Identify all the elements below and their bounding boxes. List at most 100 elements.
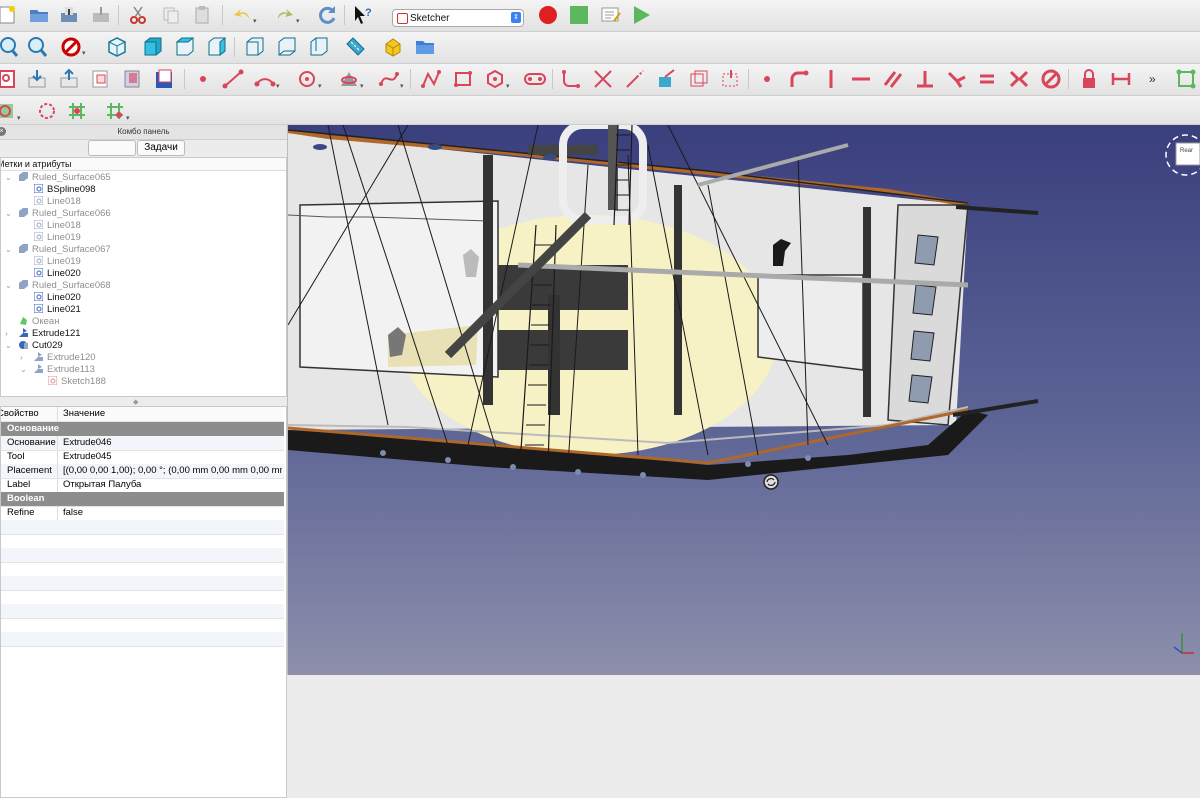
parallel-constraint-icon[interactable] [880, 67, 906, 91]
equal-constraint-icon[interactable] [974, 67, 1000, 91]
new-file-icon[interactable] [0, 3, 20, 27]
property-row[interactable]: Refine false [1, 506, 284, 521]
perpendicular-constraint-icon[interactable] [912, 67, 938, 91]
zoom-icon[interactable] [24, 35, 50, 59]
vertical-constraint-icon[interactable] [818, 67, 844, 91]
construction-mode-icon[interactable] [718, 67, 744, 91]
leave-sketch-icon[interactable] [24, 67, 50, 91]
new-sketch-icon[interactable] [0, 67, 20, 91]
paste-icon[interactable] [189, 3, 215, 27]
edit-macro-icon[interactable] [598, 3, 624, 27]
part-icon[interactable] [380, 35, 406, 59]
property-row[interactable]: Tool Extrude045 [1, 450, 284, 465]
fillet-icon[interactable] [558, 67, 584, 91]
left-view-icon[interactable] [306, 35, 332, 59]
chevron-right-icon[interactable]: › [20, 352, 23, 364]
bottom-view-icon[interactable] [274, 35, 300, 59]
tree-item[interactable]: Line018 [34, 220, 81, 232]
polyline-icon[interactable] [418, 67, 444, 91]
fit-all-icon[interactable] [0, 35, 21, 59]
front-view-icon[interactable] [140, 35, 166, 59]
tree-item[interactable]: ⌄ Ruled_Surface065 [5, 172, 111, 184]
bspline-icon[interactable]: ▾ [378, 67, 404, 91]
tab-model[interactable] [88, 140, 136, 156]
property-row[interactable]: Placement [(0,00 0,00 1,00); 0,00 °; (0,… [1, 464, 284, 479]
tree-item[interactable]: Океан [19, 316, 59, 328]
splitter-handle[interactable]: ◆ [133, 398, 138, 406]
3d-viewport[interactable]: Rear [288, 125, 1200, 675]
tree-item[interactable]: ⌄ Extrude113 [20, 364, 95, 376]
tree-item[interactable]: ⌄ Ruled_Surface067 [5, 244, 111, 256]
lock-constraint-icon[interactable] [1076, 67, 1102, 91]
view-section-icon[interactable] [88, 67, 114, 91]
refresh-icon[interactable] [314, 3, 340, 27]
show-hide-geometry-icon[interactable]: ▾ [0, 99, 21, 123]
save-as-icon[interactable] [88, 3, 114, 27]
close-icon[interactable]: × [0, 127, 6, 136]
tree-item[interactable]: Line018 [34, 196, 81, 208]
overflow-icon[interactable]: » [1142, 67, 1168, 91]
point-icon[interactable] [190, 67, 216, 91]
block-constraint-icon[interactable] [1038, 67, 1064, 91]
snap-icon[interactable]: ▾ [104, 99, 130, 123]
tab-tasks[interactable]: Задачи [137, 140, 185, 156]
extend-icon[interactable] [622, 67, 648, 91]
top-view-icon[interactable] [172, 35, 198, 59]
draw-style-icon[interactable]: ▾ [60, 35, 86, 59]
conic-icon[interactable]: ▾ [338, 67, 364, 91]
tree-item[interactable]: Line019 [34, 256, 81, 268]
property-row[interactable]: Основание Extrude046 [1, 436, 284, 451]
record-macro-icon[interactable] [535, 3, 561, 27]
grid-icon[interactable] [64, 99, 90, 123]
redo-icon[interactable]: ▾ [274, 3, 300, 27]
chevron-down-icon[interactable]: ⌄ [5, 208, 12, 220]
carbon-copy-icon[interactable] [686, 67, 712, 91]
chevron-down-icon[interactable]: ⌄ [20, 364, 27, 376]
navigation-cube[interactable]: Rear [1162, 131, 1200, 177]
chevron-down-icon[interactable]: ⌄ [5, 244, 12, 256]
measure-icon[interactable] [342, 35, 368, 59]
coincident-constraint-icon[interactable] [754, 67, 780, 91]
run-macro-icon[interactable] [628, 3, 654, 27]
chevron-right-icon[interactable]: › [5, 328, 8, 340]
copy-icon[interactable] [158, 3, 184, 27]
rectangle-icon[interactable] [450, 67, 476, 91]
chevron-down-icon[interactable]: ⌄ [5, 280, 12, 292]
select-associated-icon[interactable] [1173, 67, 1199, 91]
tree-item[interactable]: Line020 [34, 268, 81, 280]
circle-icon[interactable]: ▾ [296, 67, 322, 91]
property-value[interactable]: Extrude046 [63, 436, 282, 450]
tree-item[interactable]: ⌄ Ruled_Surface068 [5, 280, 111, 292]
tree-item[interactable]: Line019 [34, 232, 81, 244]
whats-this-icon[interactable]: ? [351, 3, 377, 27]
tree-item[interactable]: Line020 [34, 292, 81, 304]
undo-icon[interactable]: ▾ [231, 3, 257, 27]
property-value[interactable]: [(0,00 0,00 1,00); 0,00 °; (0,00 mm 0,00… [63, 464, 282, 478]
tree-item[interactable]: › Extrude121 [5, 328, 81, 340]
property-editor[interactable]: Свойство Значение Основание Основание Ex… [0, 406, 287, 798]
select-constraints-icon[interactable] [34, 99, 60, 123]
chevron-down-icon[interactable]: ⌄ [5, 340, 12, 352]
property-value[interactable]: false [63, 506, 282, 520]
external-geometry-icon[interactable] [654, 67, 680, 91]
cut-icon[interactable] [125, 3, 151, 27]
save-icon[interactable] [56, 3, 82, 27]
point-on-object-icon[interactable] [786, 67, 812, 91]
property-group[interactable]: Boolean [1, 492, 284, 507]
workbench-selector[interactable]: Sketcher ⇕ [392, 9, 524, 27]
open-file-icon[interactable] [26, 3, 52, 27]
group-folder-icon[interactable] [412, 35, 438, 59]
tree-item[interactable]: ⌄ Ruled_Surface066 [5, 208, 111, 220]
tree-item[interactable]: BSpline098 [34, 184, 96, 196]
tree-item[interactable]: Sketch188 [48, 376, 106, 388]
line-icon[interactable] [220, 67, 246, 91]
tree-item[interactable]: ⌄ Cut029 [5, 340, 63, 352]
stop-macro-icon[interactable] [566, 3, 592, 27]
property-value[interactable]: Extrude045 [63, 450, 282, 464]
property-group[interactable]: Основание [1, 422, 284, 437]
map-sketch-icon[interactable] [120, 67, 146, 91]
isometric-view-icon[interactable] [104, 35, 130, 59]
slot-icon[interactable] [522, 67, 548, 91]
symmetric-constraint-icon[interactable] [1006, 67, 1032, 91]
tree-item[interactable]: Line021 [34, 304, 81, 316]
